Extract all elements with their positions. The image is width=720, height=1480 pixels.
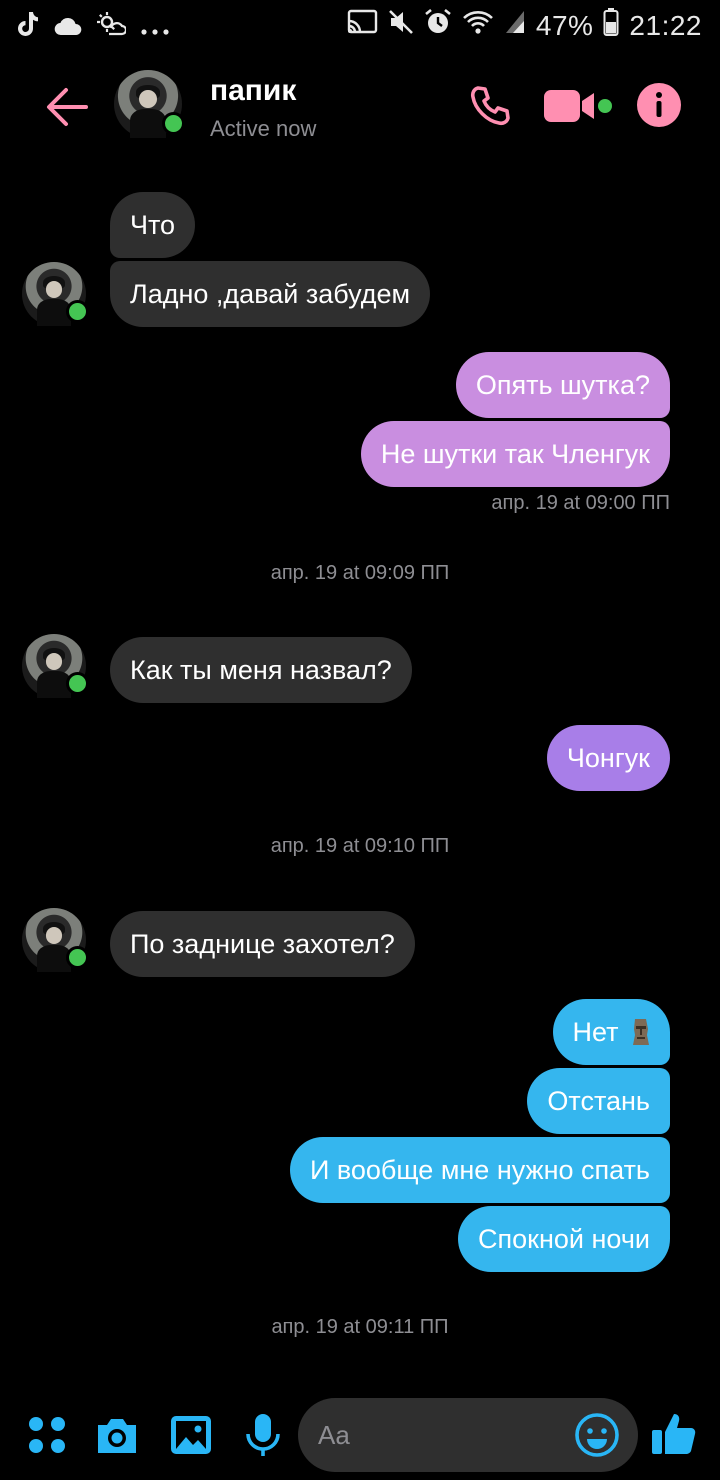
more-icon [140, 12, 170, 43]
contact-avatar[interactable] [114, 70, 185, 138]
outgoing-message[interactable]: Спокной ночи [458, 1206, 670, 1272]
arrow-left-icon [47, 88, 88, 126]
video-call-button[interactable] [542, 86, 616, 126]
incoming-message[interactable]: Что [110, 192, 196, 258]
online-indicator [66, 672, 89, 695]
incoming-message[interactable]: Ладно ,давай забудем [110, 261, 431, 327]
time-divider: апр. 19 at 09:09 ПП [270, 562, 450, 584]
like-button[interactable] [650, 1408, 696, 1454]
gallery-icon [171, 1416, 211, 1454]
outgoing-message[interactable]: Чонгук [546, 725, 670, 791]
status-bar: 47% 21:22 [0, 0, 720, 52]
sender-avatar[interactable] [22, 908, 89, 972]
weather-icon [96, 11, 128, 44]
contact-status: Active now [210, 116, 317, 141]
online-indicator [162, 112, 185, 135]
camera-icon [98, 1419, 136, 1453]
outgoing-message[interactable]: Нет [552, 999, 670, 1065]
apps-icon [29, 1417, 65, 1453]
cast-icon [346, 9, 378, 42]
outgoing-message[interactable]: Не шутки так Членгук [360, 421, 670, 487]
wifi-icon [462, 9, 494, 42]
battery-icon [603, 8, 619, 43]
online-indicator [66, 300, 89, 323]
online-indicator [66, 946, 89, 969]
time-divider: апр. 19 at 09:11 ПП [271, 1316, 449, 1338]
composer-bar: Aa [0, 1398, 720, 1472]
moai-emoji-icon [633, 1019, 649, 1045]
voice-call-button[interactable] [466, 82, 514, 130]
signal-icon [504, 9, 526, 42]
outgoing-message[interactable]: Отстань [527, 1068, 670, 1134]
mic-icon [246, 1414, 280, 1456]
mute-icon [388, 9, 414, 42]
emoji-icon [575, 1413, 619, 1457]
sender-avatar[interactable] [22, 634, 89, 698]
video-camera-icon [544, 90, 612, 122]
cloud-icon [54, 12, 82, 43]
camera-button[interactable] [94, 1412, 140, 1458]
back-button[interactable] [44, 84, 90, 130]
incoming-message[interactable]: По заднице захотел? [110, 911, 415, 977]
clock: 21:22 [629, 9, 702, 41]
phone-icon [470, 86, 510, 126]
apps-button[interactable] [24, 1412, 70, 1458]
message-time: апр. 19 at 09:00 ПП [491, 492, 670, 514]
info-icon [637, 83, 681, 127]
sender-avatar[interactable] [22, 262, 89, 326]
conversation-header: папик Active now [0, 60, 720, 156]
alarm-icon [424, 8, 452, 43]
message-text: Нет [572, 1017, 619, 1047]
battery-percent: 47% [535, 9, 594, 41]
voice-message-button[interactable] [240, 1412, 286, 1458]
time-divider: апр. 19 at 09:10 ПП [270, 835, 450, 857]
tiktok-icon [16, 10, 40, 45]
outgoing-message[interactable]: Опять шутка? [455, 352, 670, 418]
incoming-message[interactable]: Как ты меня назвал? [110, 637, 412, 703]
info-button[interactable] [636, 82, 682, 128]
contact-name[interactable]: папик [210, 74, 296, 108]
emoji-button[interactable] [574, 1412, 620, 1458]
gallery-button[interactable] [168, 1412, 214, 1458]
outgoing-message[interactable]: И вообще мне нужно спать [289, 1137, 670, 1203]
like-icon [652, 1414, 696, 1454]
